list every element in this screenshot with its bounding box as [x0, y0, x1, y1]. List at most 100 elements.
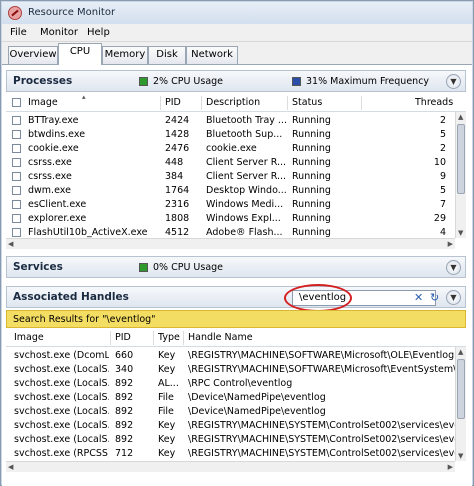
col-threads[interactable]: Threads [415, 94, 453, 111]
process-row[interactable]: csrss.exe 384 Client Server R... Running 9 [6, 170, 455, 184]
process-row[interactable]: btwdins.exe 1428 Bluetooth Sup... Running 5 [6, 128, 455, 142]
close-icon[interactable]: ✕ [414, 291, 423, 304]
cpu-usage-indicator [139, 263, 148, 272]
scroll-down-icon[interactable]: ▼ [458, 229, 463, 237]
tab-disk[interactable]: Disk [148, 46, 186, 64]
scroll-up-icon[interactable]: ▲ [458, 348, 463, 356]
handle-type: Key [158, 448, 176, 459]
process-pid: 384 [165, 171, 184, 182]
tab-cpu[interactable]: CPU [58, 43, 102, 65]
process-description: Client Server R... [206, 157, 286, 168]
handle-row[interactable]: svchost.exe (LocalS... 892 Key \REGISTRY\MA… [6, 419, 455, 433]
handle-image: svchost.exe (RPCSS) [14, 448, 109, 459]
processes-vertical-scrollbar[interactable]: ▲ ▼ [455, 112, 466, 238]
col-pid[interactable]: PID [165, 94, 181, 111]
process-checkbox[interactable] [12, 158, 21, 167]
col-status[interactable]: Status [292, 94, 322, 111]
chevron-down-icon[interactable]: ▼ [446, 290, 461, 305]
process-row[interactable]: BTTray.exe 2424 Bluetooth Tray ... Running 2 [6, 114, 455, 128]
scroll-right-icon[interactable]: ▶ [448, 463, 453, 471]
scroll-left-icon[interactable]: ◀ [8, 240, 13, 248]
scroll-thumb[interactable] [457, 359, 465, 419]
column-divider[interactable] [183, 331, 184, 345]
column-divider[interactable] [361, 96, 362, 110]
handles-header[interactable]: Associated Handles \eventlog ✕ ↻ ▼ [6, 284, 466, 312]
process-image: csrss.exe [28, 171, 72, 182]
handle-image: svchost.exe (LocalS... [14, 392, 109, 403]
scroll-up-icon[interactable]: ▲ [458, 113, 463, 121]
col-pid[interactable]: PID [115, 329, 131, 346]
process-image: cookie.exe [28, 143, 79, 154]
tab-network[interactable]: Network [186, 46, 238, 64]
column-divider[interactable] [160, 96, 161, 110]
process-row[interactable]: esClient.exe 2316 Windows Medi... Running 7 [6, 198, 455, 212]
column-divider[interactable] [153, 331, 154, 345]
process-description: Adobe® Flash... [206, 227, 283, 238]
process-checkbox[interactable] [12, 214, 21, 223]
chevron-down-icon[interactable]: ▼ [446, 260, 461, 275]
handle-row[interactable]: svchost.exe (LocalS... 340 Key \REGISTRY\MA… [6, 363, 455, 377]
column-divider[interactable] [201, 96, 202, 110]
process-checkbox[interactable] [12, 186, 21, 195]
processes-header[interactable]: Processes 2% CPU Usage 31% Maximum Frequ… [6, 70, 466, 92]
scroll-right-icon[interactable]: ▶ [448, 240, 453, 248]
select-all-checkbox[interactable] [12, 98, 21, 107]
process-pid: 2476 [165, 143, 190, 154]
services-title: Services [13, 261, 63, 273]
column-divider[interactable] [110, 331, 111, 345]
refresh-icon[interactable]: ↻ [430, 291, 439, 304]
handle-name: \REGISTRY\MACHINE\SYSTEM\ControlSet002\s… [188, 434, 455, 445]
sort-arrow-icon: ▴ [82, 93, 86, 101]
handle-pid: 892 [115, 406, 134, 417]
menu-file[interactable]: File [10, 27, 27, 38]
scroll-left-icon[interactable]: ◀ [8, 463, 13, 471]
callout-circle [284, 284, 352, 312]
tab-overview[interactable]: Overview [8, 46, 58, 64]
col-type[interactable]: Type [158, 329, 180, 346]
tab-memory[interactable]: Memory [102, 46, 148, 64]
handle-row[interactable]: svchost.exe (DcomL... 660 Key \REGISTRY\MAC… [6, 349, 455, 363]
menu-help[interactable]: Help [87, 27, 110, 38]
handle-row[interactable]: svchost.exe (LocalS... 892 File \Device\Nam… [6, 391, 455, 405]
process-checkbox[interactable] [12, 116, 21, 125]
chevron-down-icon[interactable]: ▼ [446, 74, 461, 89]
process-status: Running [292, 129, 331, 140]
process-row[interactable]: dwm.exe 1764 Desktop Windo... Running 5 [6, 184, 455, 198]
col-description[interactable]: Description [206, 94, 260, 111]
handle-row[interactable]: svchost.exe (LocalS... 892 File \Device\Nam… [6, 405, 455, 419]
handle-row[interactable]: svchost.exe (RPCSS) 712 Key \REGISTRY\MACHI… [6, 447, 455, 461]
process-pid: 1428 [165, 129, 190, 140]
handle-pid: 660 [115, 350, 134, 361]
processes-max-frequency: 31% Maximum Frequency [306, 76, 430, 87]
col-image[interactable]: Image [28, 94, 58, 111]
process-checkbox[interactable] [12, 130, 21, 139]
handle-row[interactable]: svchost.exe (LocalS... 892 Key \REGISTRY\MA… [6, 433, 455, 447]
process-row[interactable]: cookie.exe 2476 cookie.exe Running 2 [6, 142, 455, 156]
process-checkbox[interactable] [12, 228, 21, 237]
menu-monitor[interactable]: Monitor [40, 27, 78, 38]
handles-vertical-scrollbar[interactable]: ▲ ▼ [455, 347, 466, 461]
handle-name: \REGISTRY\MACHINE\SOFTWARE\Microsoft\Eve… [188, 364, 455, 375]
process-checkbox[interactable] [12, 172, 21, 181]
process-row[interactable]: explorer.exe 1808 Windows Expl... Running 29 [6, 212, 455, 226]
scroll-thumb[interactable] [457, 124, 465, 194]
col-handle-name[interactable]: Handle Name [188, 329, 253, 346]
resource-monitor-icon [8, 6, 22, 20]
max-frequency-indicator [292, 77, 301, 86]
column-divider[interactable] [287, 96, 288, 110]
handle-image: svchost.exe (LocalS... [14, 364, 109, 375]
process-checkbox[interactable] [12, 200, 21, 209]
processes-horizontal-scrollbar[interactable]: ◀ ▶ [6, 238, 455, 249]
col-image[interactable]: Image [14, 329, 44, 346]
process-status: Running [292, 171, 331, 182]
process-checkbox[interactable] [12, 144, 21, 153]
process-status: Running [292, 143, 331, 154]
process-row[interactable]: csrss.exe 448 Client Server R... Running 10 [6, 156, 455, 170]
services-header[interactable]: Services 0% CPU Usage ▼ [6, 256, 466, 278]
handles-horizontal-scrollbar[interactable]: ◀ ▶ [6, 461, 455, 472]
scroll-down-icon[interactable]: ▼ [458, 452, 463, 460]
process-threads: 7 [439, 199, 446, 210]
handle-image: svchost.exe (LocalS... [14, 378, 109, 389]
handle-type: Key [158, 420, 176, 431]
handle-row[interactable]: svchost.exe (LocalS... 892 AL... \RPC Contr… [6, 377, 455, 391]
